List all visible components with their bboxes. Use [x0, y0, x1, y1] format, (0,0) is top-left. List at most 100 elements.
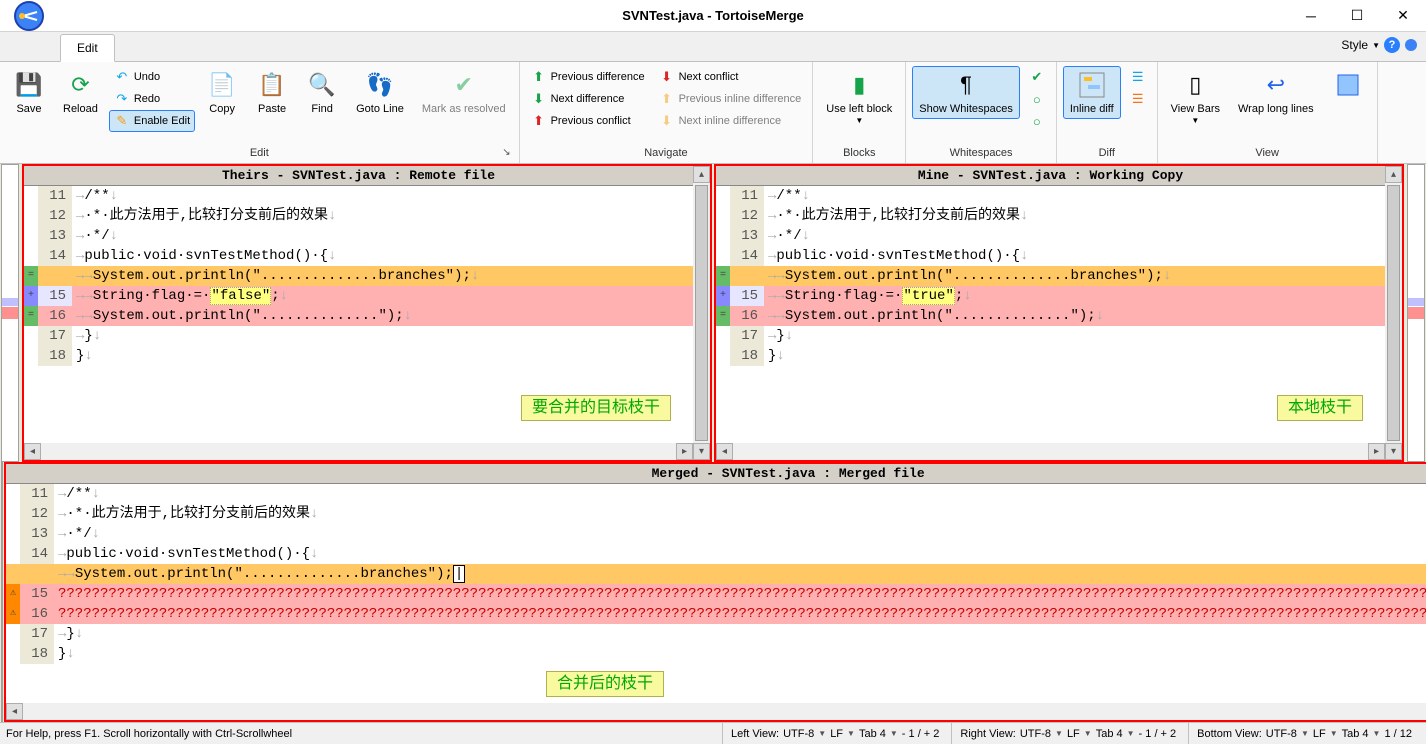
prev-conflict-button[interactable]: ⬆Previous conflict	[526, 110, 650, 132]
check-icon: ✔	[448, 69, 480, 101]
merged-header: Merged - SVNTest.java : Merged file	[6, 464, 1426, 484]
goto-icon: 👣	[364, 69, 396, 101]
show-whitespaces-button[interactable]: ¶Show Whitespaces	[912, 66, 1020, 119]
undo-button[interactable]: ↶Undo	[109, 66, 195, 88]
diff-opt-1[interactable]: ☰	[1125, 66, 1151, 88]
view-bars-button[interactable]: ▯View Bars▼	[1164, 66, 1227, 129]
style-label: Style	[1341, 38, 1368, 52]
next-inline-difference-button: ⬇Next inline difference	[654, 110, 807, 132]
prev-inline-difference-button: ⬆Previous inline difference	[654, 88, 807, 110]
group-label-edit: Edit	[6, 145, 513, 161]
panel-icon	[1332, 69, 1364, 101]
status-bar: For Help, press F1. Scroll horizontally …	[0, 722, 1426, 744]
tab-edit[interactable]: Edit	[60, 34, 115, 62]
ws-opt-3[interactable]: ○	[1024, 110, 1050, 132]
mine-pane: Mine - SVNTest.java : Working Copy 11→/*…	[714, 164, 1404, 462]
save-icon: 💾	[13, 69, 45, 101]
mark-resolved-button: ✔Mark as resolved	[415, 66, 513, 119]
mine-header: Mine - SVNTest.java : Working Copy	[716, 166, 1385, 186]
status-left-view[interactable]: Left View: UTF-8▼ LF▼ Tab 4▼ - 1 / + 2	[722, 723, 947, 744]
lines-icon: ☰	[1130, 69, 1146, 85]
maximize-button[interactable]: ☐	[1334, 0, 1380, 31]
theirs-flag-value: "false"	[210, 287, 271, 305]
annotation-theirs: 要合并的目标枝干	[521, 395, 671, 421]
group-label-navigate: Navigate	[526, 145, 807, 161]
ws-opt-1[interactable]: ✔	[1024, 66, 1050, 88]
view-extra-button[interactable]	[1325, 66, 1371, 106]
mine-vscroll[interactable]: ▴▾	[1385, 166, 1402, 460]
minimize-button[interactable]: ─	[1288, 0, 1334, 31]
reload-button[interactable]: ⟳ Reload	[56, 66, 105, 119]
theirs-vscroll[interactable]: ▴▾	[693, 166, 710, 460]
locator-bar-merged-left[interactable]	[1, 462, 3, 722]
paste-button[interactable]: 📋Paste	[249, 66, 295, 119]
pilcrow-icon: ¶	[950, 69, 982, 101]
diff-panes: Theirs - SVNTest.java : Remote file 11→/…	[0, 164, 1426, 722]
group-label-diff: Diff	[1063, 145, 1151, 161]
lines-icon: ☰	[1130, 91, 1146, 107]
locator-bar-right[interactable]	[1407, 164, 1425, 462]
window-controls: ─ ☐ ✕	[1288, 0, 1426, 31]
style-dropdown[interactable]: Style ▼ ?	[1341, 37, 1418, 53]
annotation-merged: 合并后的枝干	[546, 671, 664, 697]
window-title: SVNTest.java - TortoiseMerge	[622, 8, 804, 23]
chevron-down-icon: ▼	[1372, 41, 1380, 50]
mine-code[interactable]: 11→/**↓ 12→·*·此方法用于,比较打分支前后的效果↓ 13→·*/↓ …	[716, 186, 1385, 443]
arrow-up-icon: ⬆	[531, 113, 547, 129]
conflict-line-15: ????????????????????????????????????????…	[54, 584, 1426, 604]
copy-button[interactable]: 📄Copy	[199, 66, 245, 119]
arrow-down-icon: ⬇	[531, 91, 547, 107]
app-icon	[0, 0, 58, 31]
find-icon: 🔍	[306, 69, 338, 101]
tab-strip: Edit Style ▼ ?	[0, 32, 1426, 62]
arrow-down-icon: ⬇	[659, 113, 675, 129]
help-icon[interactable]: ?	[1384, 37, 1400, 53]
block-icon: ▮	[843, 69, 875, 101]
arrow-up-icon: ⬆	[531, 69, 547, 85]
status-right-view[interactable]: Right View: UTF-8▼ LF▼ Tab 4▼ - 1 / + 2	[951, 723, 1184, 744]
next-difference-button[interactable]: ⬇Next difference	[526, 88, 650, 110]
arrow-up-icon: ⬆	[659, 91, 675, 107]
check-icon: ✔	[1029, 69, 1045, 85]
merged-hscroll[interactable]: ◂▸	[6, 703, 1426, 720]
use-left-block-button[interactable]: ▮Use left block▼	[819, 66, 899, 129]
reload-icon: ⟳	[64, 69, 96, 101]
bars-icon: ▯	[1179, 69, 1211, 101]
merged-pane: Merged - SVNTest.java : Merged file 11→/…	[4, 462, 1426, 722]
copy-icon: 📄	[206, 69, 238, 101]
wrap-icon: ↩	[1260, 69, 1292, 101]
group-label-ws: Whitespaces	[912, 145, 1050, 161]
status-bottom-view[interactable]: Bottom View: UTF-8▼ LF▼ Tab 4▼ 1 / 12	[1188, 723, 1420, 744]
ribbon: 💾 Save ⟳ Reload ↶Undo ↷Redo ✎Enable Edit…	[0, 62, 1426, 164]
status-help-text: For Help, press F1. Scroll horizontally …	[6, 728, 718, 740]
merged-code[interactable]: 11→/**↓ 12→·*·此方法用于,比较打分支前后的效果↓ 13→·*/↓ …	[6, 484, 1426, 703]
mine-hscroll[interactable]: ◂▸	[716, 443, 1385, 460]
group-label-view: View	[1164, 145, 1371, 161]
save-button[interactable]: 💾 Save	[6, 66, 52, 119]
theirs-header: Theirs - SVNTest.java : Remote file	[24, 166, 693, 186]
ws-opt-2[interactable]: ○	[1024, 88, 1050, 110]
undo-icon: ↶	[114, 69, 130, 85]
edit-icon: ✎	[114, 113, 130, 129]
circle-icon: ○	[1029, 113, 1045, 129]
redo-button[interactable]: ↷Redo	[109, 88, 195, 110]
prev-difference-button[interactable]: ⬆Previous difference	[526, 66, 650, 88]
diff-opt-2[interactable]: ☰	[1125, 88, 1151, 110]
theirs-hscroll[interactable]: ◂▸	[24, 443, 693, 460]
annotation-mine: 本地枝干	[1277, 395, 1363, 421]
title-bar: SVNTest.java - TortoiseMerge ─ ☐ ✕	[0, 0, 1426, 32]
goto-line-button[interactable]: 👣Goto Line	[349, 66, 411, 119]
merged-row: Merged - SVNTest.java : Merged file 11→/…	[0, 462, 1426, 722]
next-conflict-button[interactable]: ⬇Next conflict	[654, 66, 807, 88]
find-button[interactable]: 🔍Find	[299, 66, 345, 119]
inline-diff-button[interactable]: Inline diff	[1063, 66, 1121, 119]
locator-bar-left[interactable]	[1, 164, 19, 462]
wrap-lines-button[interactable]: ↩Wrap long lines	[1231, 66, 1321, 119]
paste-icon: 📋	[256, 69, 288, 101]
arrow-down-icon: ⬇	[659, 69, 675, 85]
theirs-pane: Theirs - SVNTest.java : Remote file 11→/…	[22, 164, 712, 462]
conflict-line-16: ????????????????????????????????????????…	[54, 604, 1426, 624]
enable-edit-button[interactable]: ✎Enable Edit	[109, 110, 195, 132]
theirs-code[interactable]: 11→/**↓ 12→·*·此方法用于,比较打分支前后的效果↓ 13→·*/↓ …	[24, 186, 693, 443]
close-button[interactable]: ✕	[1380, 0, 1426, 31]
